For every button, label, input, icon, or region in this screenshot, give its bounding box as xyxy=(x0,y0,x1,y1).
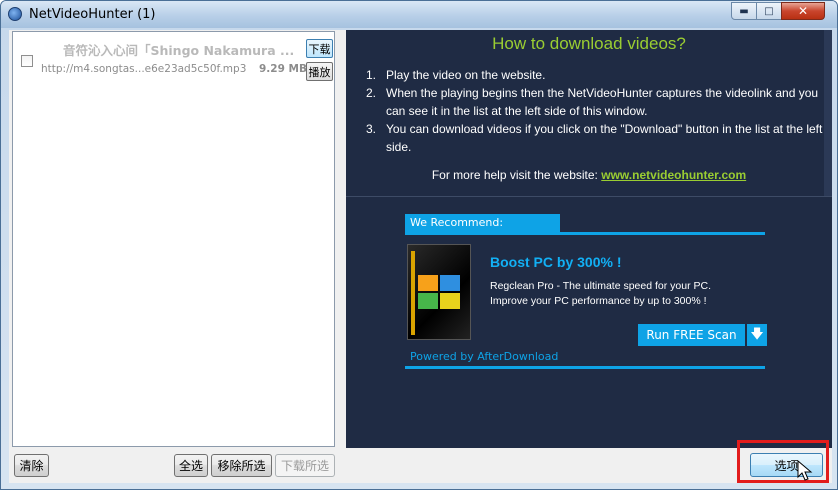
download-selected-button[interactable]: 下载所选 xyxy=(275,454,335,477)
clear-button[interactable]: 清除 xyxy=(14,454,49,477)
mouse-cursor-icon xyxy=(797,460,813,481)
powered-by-text[interactable]: Powered by AfterDownload xyxy=(410,350,558,363)
help-scrollbar[interactable] xyxy=(824,30,832,196)
help-step: 1. Play the video on the website. xyxy=(366,66,828,84)
help-heading: How to download videos? xyxy=(492,34,686,53)
list-item[interactable]: 音符沁入心间「Shingo Nakamura ... http://m4.son… xyxy=(13,32,334,84)
item-url: http://m4.songtas...e6e23ad5c50f.mp3 xyxy=(41,63,247,75)
more-help-label: For more help visit the website: xyxy=(431,168,598,182)
help-steps: 1. Play the video on the website. 2. When … xyxy=(366,66,828,156)
select-all-button[interactable]: 全选 xyxy=(174,454,208,477)
maximize-button[interactable]: □ xyxy=(756,2,782,20)
window-title: NetVideoHunter (1) xyxy=(29,7,156,22)
ad-bottom-line xyxy=(405,366,765,369)
ad-headline[interactable]: Boost PC by 300% ! xyxy=(490,254,621,270)
website-link[interactable]: www.netvideohunter.com xyxy=(601,168,746,182)
item-play-button[interactable]: 播放 xyxy=(306,62,333,81)
highlight-box xyxy=(737,440,829,483)
step-text: When the playing begins then the NetVide… xyxy=(386,86,819,118)
item-download-button[interactable]: 下载 xyxy=(306,39,333,58)
close-button[interactable]: ✕ xyxy=(781,2,825,20)
recommend-tab: We Recommend: xyxy=(405,214,560,232)
remove-selected-button[interactable]: 移除所选 xyxy=(211,454,272,477)
run-free-scan-button[interactable]: Run FREE Scan xyxy=(638,324,745,346)
help-step: 3. You can download videos if you click o… xyxy=(366,120,828,156)
box-spine xyxy=(411,251,415,335)
app-window: NetVideoHunter (1) ▬ □ ✕ 音符沁入心间「Shingo N… xyxy=(0,0,838,490)
item-size: 9.29 MB xyxy=(259,63,308,75)
help-step: 2. When the playing begins then the NetVi… xyxy=(366,84,828,120)
step-text: Play the video on the website. xyxy=(386,68,546,82)
item-checkbox[interactable] xyxy=(21,55,33,67)
minimize-button[interactable]: ▬ xyxy=(731,2,757,20)
product-box-image[interactable] xyxy=(407,244,471,340)
window-client-area: 音符沁入心间「Shingo Nakamura ... http://m4.son… xyxy=(9,30,832,483)
ad-line: Improve your PC performance by up to 300… xyxy=(490,295,707,307)
panel-divider xyxy=(346,196,832,197)
help-panel: How to download videos? 1. Play the video… xyxy=(346,30,832,448)
puzzle-logo-icon xyxy=(418,275,462,311)
download-list[interactable]: 音符沁入心间「Shingo Nakamura ... http://m4.son… xyxy=(12,31,335,447)
ad-banner[interactable]: We Recommend: Boost PC by 300% ! Regclea… xyxy=(405,214,767,374)
item-name: 音符沁入心间「Shingo Nakamura ... xyxy=(63,43,295,58)
more-help-text: For more help visit the website: www.net… xyxy=(346,168,832,182)
app-logo-icon xyxy=(8,7,22,21)
ad-line: Regclean Pro - The ultimate speed for yo… xyxy=(490,280,711,292)
download-arrow-icon[interactable]: 🡇 xyxy=(747,324,767,346)
recommend-underline xyxy=(405,232,765,235)
step-number: 1. xyxy=(366,68,377,82)
ad-description: Regclean Pro - The ultimate speed for yo… xyxy=(490,279,760,309)
title-bar[interactable]: NetVideoHunter (1) ▬ □ ✕ xyxy=(1,1,837,28)
step-text: You can download videos if you click on … xyxy=(386,122,823,154)
step-number: 2. xyxy=(366,86,377,100)
step-number: 3. xyxy=(366,122,377,136)
